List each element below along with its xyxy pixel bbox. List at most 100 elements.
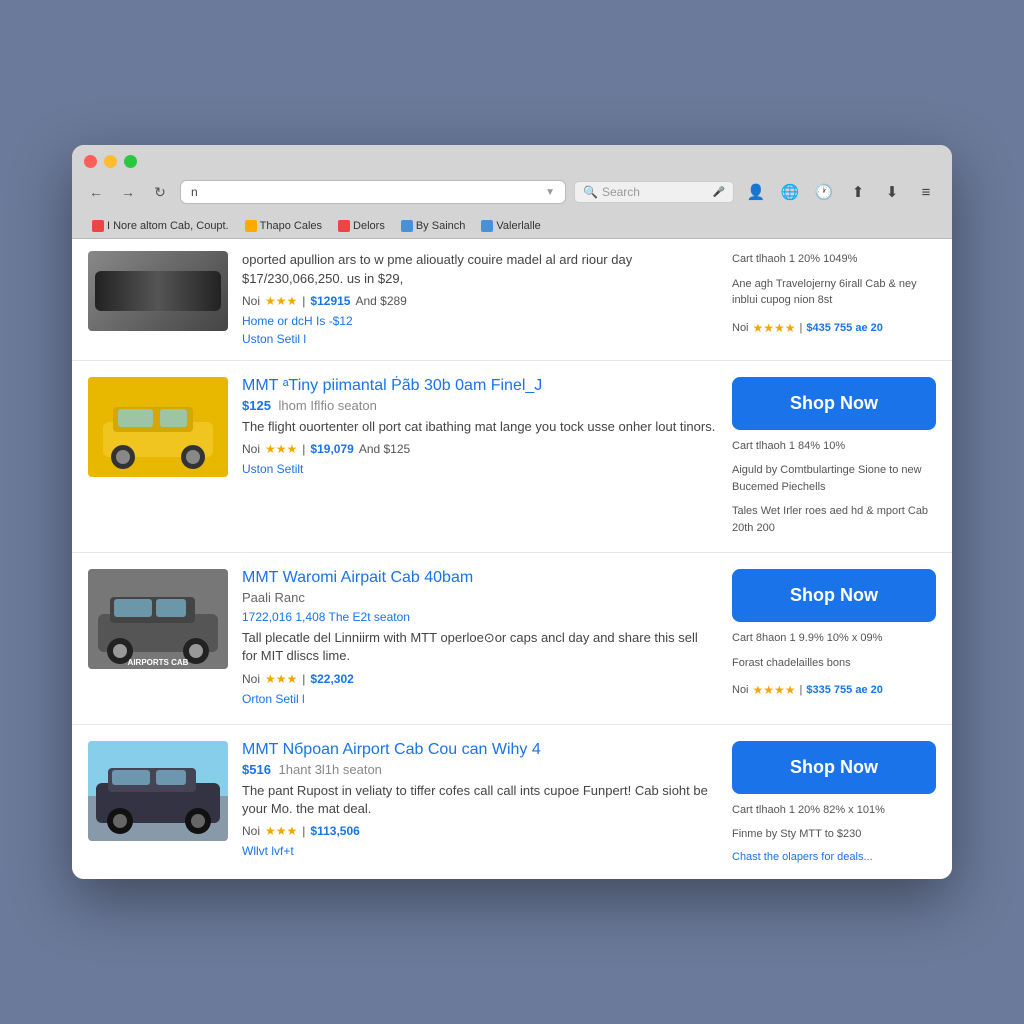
url-text: n xyxy=(191,185,540,199)
forward-button[interactable]: → xyxy=(116,180,140,204)
result-item-3-right: Shop Now Cart tlhaoh 1 20% 82% x 101% Fi… xyxy=(716,741,936,863)
result-link-2[interactable]: Orton Setil l xyxy=(242,692,305,706)
partial-right: Cart tlhaoh 1 20% 1049% Ane agh Traveloj… xyxy=(716,251,936,347)
side-top-2: Cart 8haon 1 9.9% 10% x 09% xyxy=(732,630,936,647)
search-area[interactable]: 🔍 Search 🎤 xyxy=(574,181,734,203)
result-item-3-info: MMT Nброan Airport Cab Cou can Wihy 4 $5… xyxy=(242,741,716,860)
shop-now-button-3[interactable]: Shop Now xyxy=(732,741,936,794)
globe-icon-button[interactable]: 🌐 xyxy=(776,178,804,206)
partial-side-rating: Noi ★★★★ | $435 755 ae 20 xyxy=(732,321,936,335)
maximize-button[interactable] xyxy=(124,155,137,168)
menu-icon-button[interactable]: ≡ xyxy=(912,178,940,206)
side-rating-2: Noi ★★★★ | $335 755 ae 20 xyxy=(732,683,936,697)
result-link-1[interactable]: Uston Setilt xyxy=(242,462,303,476)
price-now-3: $113,506 xyxy=(310,824,359,838)
result-item-1: MMT ᵃTiny piimantal Ṗãb 30b 0am Finel_J … xyxy=(72,361,952,554)
result-item-3-left: MMT Nброan Airport Cab Cou can Wihy 4 $5… xyxy=(88,741,716,860)
share-icon-button[interactable]: ⬆ xyxy=(844,178,872,206)
partial-car-image xyxy=(88,251,228,331)
result-item-2-info: MMT Waromi Airpait Cab 40bam Paali Ranc … xyxy=(242,569,716,707)
car-image-3 xyxy=(88,741,228,841)
side-link-3[interactable]: Chast the olapers for deals... xyxy=(732,851,936,863)
download-icon-button[interactable]: ⬇ xyxy=(878,178,906,206)
bookmark-3[interactable]: Delors xyxy=(332,218,391,234)
side-rating-label-2: Noi xyxy=(732,684,749,696)
result-item-2-left: AIRPORTS CAB MMT Waromi Airpait Cab 40ba… xyxy=(88,569,716,707)
result-price-3: $516 xyxy=(242,762,271,777)
result-subtitle2-2: 1722,016 1,408 The E2t seaton xyxy=(242,610,716,624)
bookmark-2[interactable]: Thapo Cales xyxy=(239,218,328,234)
bookmark-label-5: Valerlalle xyxy=(496,220,540,232)
browser-toolbar: ← → ↻ n ▼ 🔍 Search 🎤 👤 🌐 🕐 ⬆ ⬇ ≡ xyxy=(84,178,940,206)
car-image-1 xyxy=(88,377,228,477)
result-subtitle-text-1: lhom Iflfio seaton xyxy=(279,398,377,413)
result-rating-3: Noi ★★★ | $113,506 xyxy=(242,824,716,838)
bookmark-label-3: Delors xyxy=(353,220,385,232)
result-item-2: AIRPORTS CAB MMT Waromi Airpait Cab 40ba… xyxy=(72,553,952,724)
partial-link1[interactable]: Home or dcH Is -$12 xyxy=(242,314,353,328)
reload-button[interactable]: ↻ xyxy=(148,180,172,204)
toolbar-icons: 👤 🌐 🕐 ⬆ ⬇ ≡ xyxy=(742,178,940,206)
result-subtitle-text-3: 1hant 3l1h seaton xyxy=(279,762,382,777)
partial-top-item: oported apullion ars to w pme aliouatly … xyxy=(72,239,952,360)
partial-price: $12915 xyxy=(310,294,350,308)
bookmarks-bar: I Nore altom Cab, Coupt. Thapo Cales Del… xyxy=(84,214,940,238)
address-dropdown-icon: ▼ xyxy=(545,187,555,198)
bookmark-1[interactable]: I Nore altom Cab, Coupt. xyxy=(86,218,235,234)
result-link-3[interactable]: Wllvt lvf+t xyxy=(242,844,294,858)
minimize-button[interactable] xyxy=(104,155,117,168)
result-desc-1: The flight ouortenter oll port cat ibath… xyxy=(242,418,716,436)
address-bar[interactable]: n ▼ xyxy=(180,180,566,204)
shop-now-button-1[interactable]: Shop Now xyxy=(732,377,936,430)
result-title-2[interactable]: MMT Waromi Airpait Cab 40bam xyxy=(242,569,716,587)
partial-stars: ★★★ xyxy=(265,294,297,308)
partial-rating: Noi ★★★ | $12915 And $289 xyxy=(242,294,702,308)
rating-label-2: Noi xyxy=(242,672,260,686)
user-icon-button[interactable]: 👤 xyxy=(742,178,770,206)
result-title-3[interactable]: MMT Nброan Airport Cab Cou can Wihy 4 xyxy=(242,741,716,759)
partial-rating-label: Noi xyxy=(242,294,260,308)
result-desc-3: The pant Rupost in veliaty to tiffer cof… xyxy=(242,782,716,818)
side-text-2: Forast chadelailles bons xyxy=(732,655,936,672)
search-mic-icon: 🎤 xyxy=(713,187,725,198)
result-desc-2: Tall plecatle del Linniirm with MTT oper… xyxy=(242,629,716,665)
price-now-2: $22,302 xyxy=(310,672,353,686)
side-text-1: Aiguld by Comtbulartinge Sione to new Bu… xyxy=(732,462,936,495)
partial-side-price: $435 755 ae 20 xyxy=(806,322,882,334)
partial-item-info: oported apullion ars to w pme aliouatly … xyxy=(242,251,702,347)
shop-now-button-2[interactable]: Shop Now xyxy=(732,569,936,622)
partial-side-stars: ★★★★ xyxy=(753,321,796,335)
partial-side-top: Cart tlhaoh 1 20% 1049% xyxy=(732,251,936,268)
partial-link2[interactable]: Uston Setil l xyxy=(242,332,306,346)
partial-desc: oported apullion ars to w pme aliouatly … xyxy=(242,251,702,287)
result-item-3: MMT Nброan Airport Cab Cou can Wihy 4 $5… xyxy=(72,725,952,879)
side-text-3: Finme by Sty MTT to $230 xyxy=(732,826,936,843)
search-icon: 🔍 xyxy=(583,185,598,199)
result-item-2-right: Shop Now Cart 8haon 1 9.9% 10% x 09% For… xyxy=(716,569,936,697)
side-stars-2: ★★★★ xyxy=(753,683,796,697)
result-subtitle-2: Paali Ranc xyxy=(242,590,716,605)
side-price-2: $335 755 ae 20 xyxy=(806,684,882,696)
page-content: oported apullion ars to w pme aliouatly … xyxy=(72,239,952,878)
close-button[interactable] xyxy=(84,155,97,168)
bookmark-label-2: Thapo Cales xyxy=(260,220,322,232)
result-title-1[interactable]: MMT ᵃTiny piimantal Ṗãb 30b 0am Finel_J xyxy=(242,377,716,395)
partial-and-price: And $289 xyxy=(355,294,406,308)
bookmark-label-4: By Sainch xyxy=(416,220,466,232)
bookmark-favicon-2 xyxy=(245,220,257,232)
price-now-1: $19,079 xyxy=(310,442,353,456)
bookmark-favicon-5 xyxy=(481,220,493,232)
bookmark-label-1: I Nore altom Cab, Coupt. xyxy=(107,220,229,232)
bookmark-5[interactable]: Valerlalle xyxy=(475,218,546,234)
browser-window: ← → ↻ n ▼ 🔍 Search 🎤 👤 🌐 🕐 ⬆ ⬇ ≡ xyxy=(72,145,952,878)
result-price-1: $125 xyxy=(242,398,271,413)
result-list: oported apullion ars to w pme aliouatly … xyxy=(72,239,952,878)
partial-separator: | xyxy=(302,294,305,308)
back-button[interactable]: ← xyxy=(84,180,108,204)
clock-icon-button[interactable]: 🕐 xyxy=(810,178,838,206)
bookmark-4[interactable]: By Sainch xyxy=(395,218,472,234)
browser-chrome: ← → ↻ n ▼ 🔍 Search 🎤 👤 🌐 🕐 ⬆ ⬇ ≡ xyxy=(72,145,952,239)
rating-label-1: Noi xyxy=(242,442,260,456)
result-rating-2: Noi ★★★ | $22,302 xyxy=(242,672,716,686)
search-placeholder: Search xyxy=(602,185,640,199)
